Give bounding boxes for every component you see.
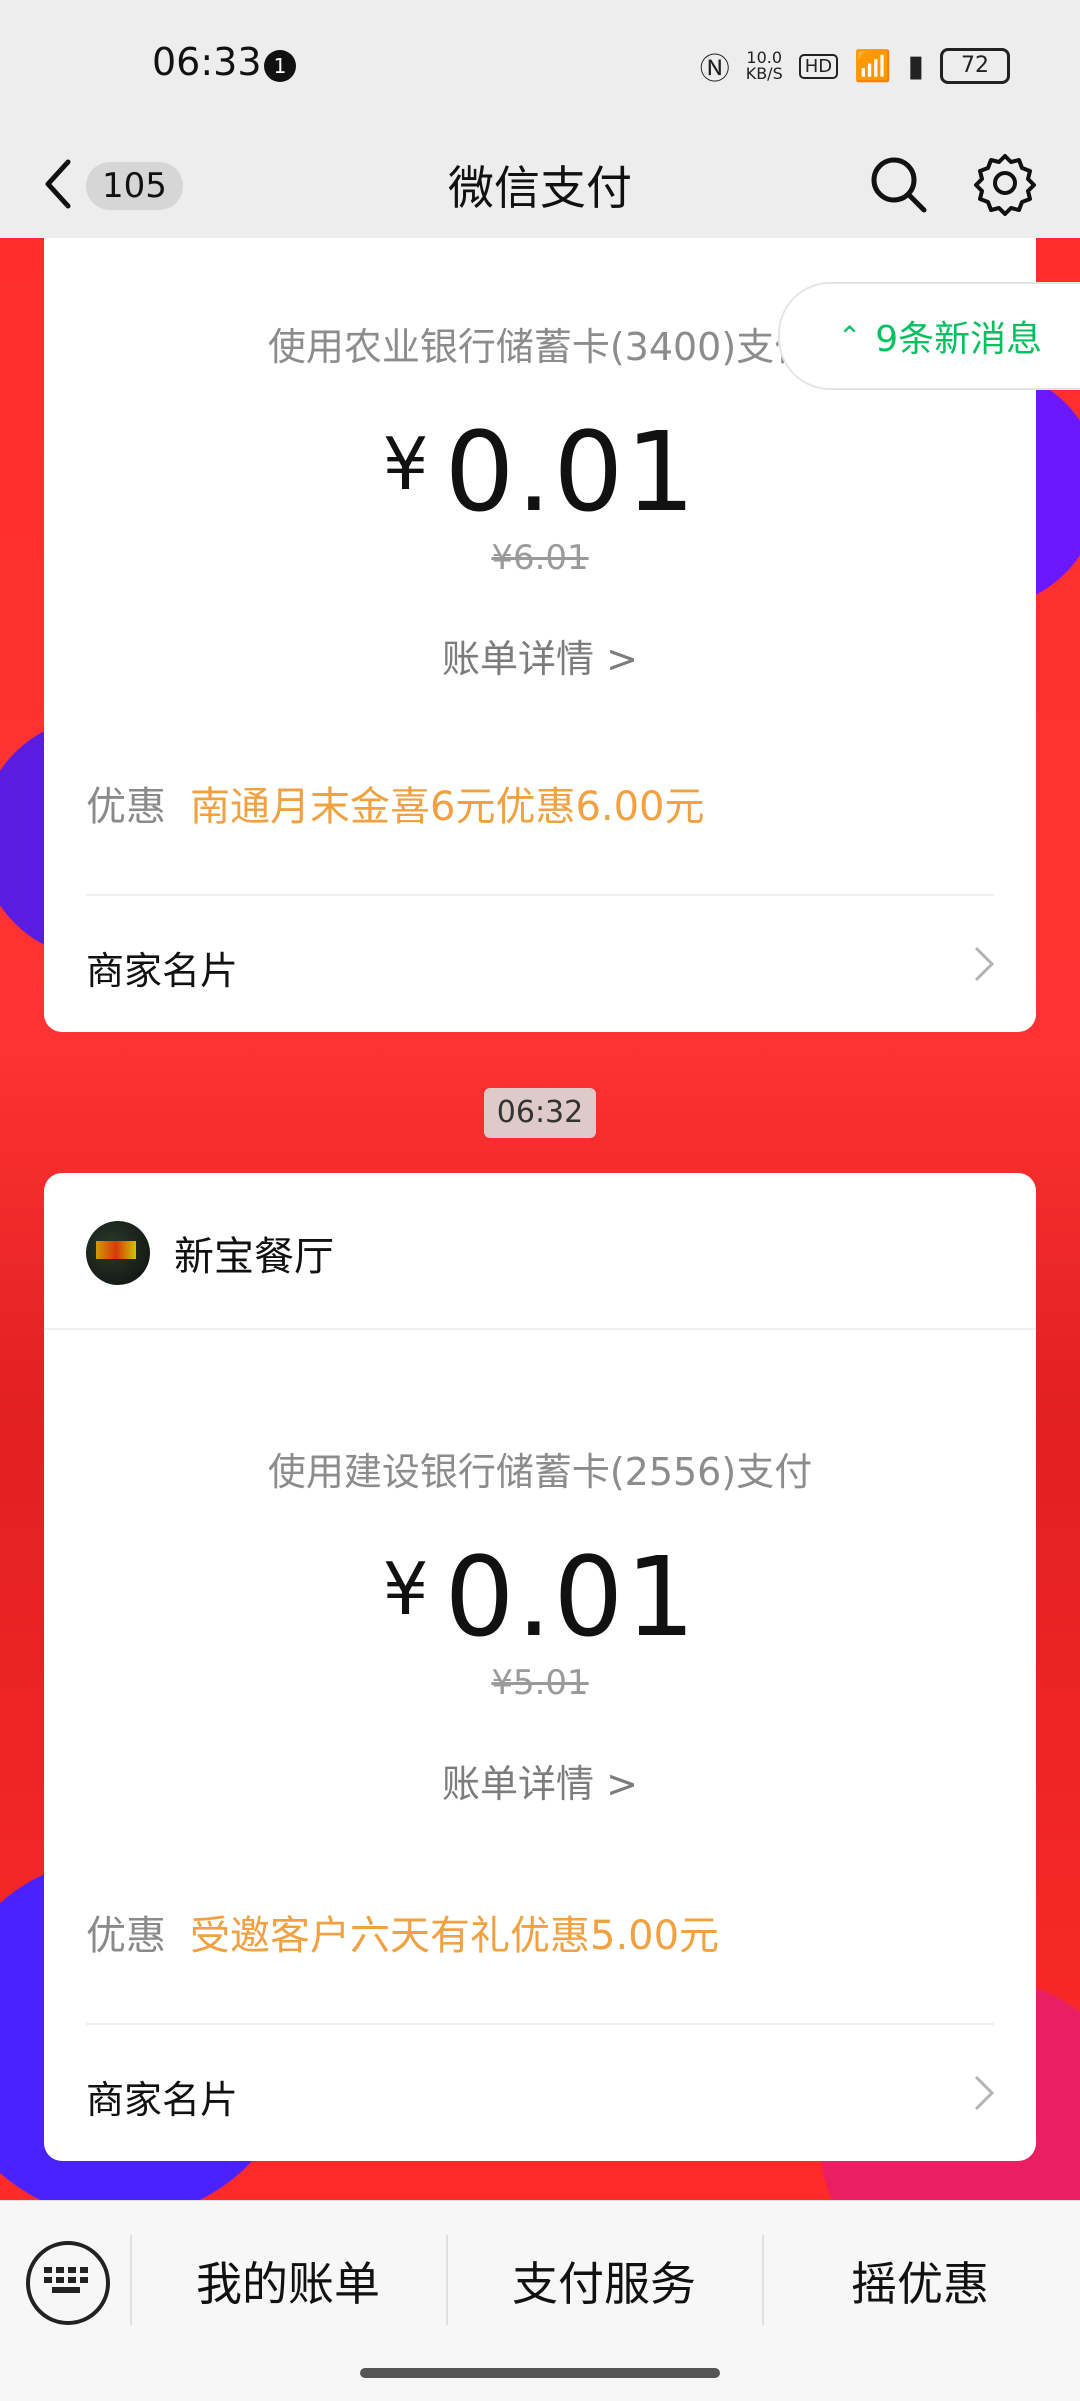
chevron-right-icon[interactable] [972, 944, 996, 984]
divider [86, 894, 994, 896]
new-messages-button[interactable]: ⌃ 9条新消息 [778, 282, 1080, 390]
bill-detail-link[interactable]: 账单详情 > [44, 1753, 1036, 1808]
payment-card: 新宝餐厅 使用建设银行储蓄卡(2556)支付 ¥0.01 ¥5.01 账单详情 … [44, 1173, 1036, 2161]
menu-my-bills[interactable]: 我的账单 [130, 2221, 446, 2341]
double-chevron-up-icon: ⌃ [837, 319, 862, 353]
discount-row: 优惠 受邀客户六天有礼优惠5.00元 [86, 1903, 719, 1961]
amount-value: 0.01 [444, 408, 698, 536]
merchant-card-link[interactable]: 商家名片 [86, 2069, 238, 2124]
divider [44, 1328, 1036, 1330]
keyboard-toggle-button[interactable] [26, 2241, 110, 2325]
merchant-avatar [86, 1221, 150, 1285]
bill-detail-link[interactable]: 账单详情 > [44, 628, 1036, 683]
wifi-icon: 📶 [854, 48, 892, 84]
chevron-right-icon[interactable] [972, 2073, 996, 2113]
original-amount: ¥5.01 [491, 1663, 589, 1703]
currency-symbol: ¥ [382, 422, 429, 506]
original-amount: ¥6.01 [491, 538, 589, 578]
discount-label: 优惠 [86, 1913, 166, 1959]
menu-payment-services[interactable]: 支付服务 [446, 2221, 762, 2341]
discount-label: 优惠 [86, 784, 166, 830]
new-messages-label: 9条新消息 [875, 319, 1043, 360]
home-indicator[interactable] [360, 2368, 720, 2378]
amount-value: 0.01 [444, 1533, 698, 1661]
currency-symbol: ¥ [382, 1547, 429, 1631]
status-time: 06:33 [152, 40, 262, 84]
merchant-card-link[interactable]: 商家名片 [86, 940, 238, 995]
nav-bar: 105 微信支付 [0, 134, 1080, 238]
status-icons: Ⓝ 10.0 KB/S HD 📶 ▮ 72 [700, 44, 1010, 88]
payment-amount: ¥0.01 [44, 1533, 1036, 1661]
hd-icon: HD [798, 53, 839, 79]
network-speed: 10.0 KB/S [746, 50, 783, 82]
discount-row: 优惠 南通月末金喜6元优惠6.00元 [86, 774, 705, 832]
merchant-header[interactable]: 新宝餐厅 [86, 1221, 334, 1285]
payment-amount: ¥0.01 [44, 408, 1036, 536]
discount-text: 南通月末金喜6元优惠6.00元 [190, 784, 705, 830]
settings-gear-icon[interactable] [972, 150, 1038, 216]
message-timestamp: 06:32 [484, 1088, 596, 1138]
speed-unit: KB/S [745, 64, 783, 83]
status-bar: 06:33 1 Ⓝ 10.0 KB/S HD 📶 ▮ 72 [0, 0, 1080, 134]
notification-count-icon: 1 [264, 50, 296, 82]
menu-shake-discount[interactable]: 摇优惠 [762, 2221, 1078, 2341]
payment-method-text: 使用建设银行储蓄卡(2556)支付 [267, 1450, 813, 1494]
cell-signal-icon: ▮ [907, 48, 924, 84]
nfc-icon: Ⓝ [699, 52, 730, 87]
discount-text: 受邀客户六天有礼优惠5.00元 [190, 1913, 720, 1959]
merchant-name: 新宝餐厅 [174, 1234, 334, 1280]
divider [86, 2023, 994, 2025]
search-icon[interactable] [868, 154, 928, 214]
battery-icon: 72 [940, 48, 1010, 84]
keyboard-icon [44, 2267, 88, 2293]
